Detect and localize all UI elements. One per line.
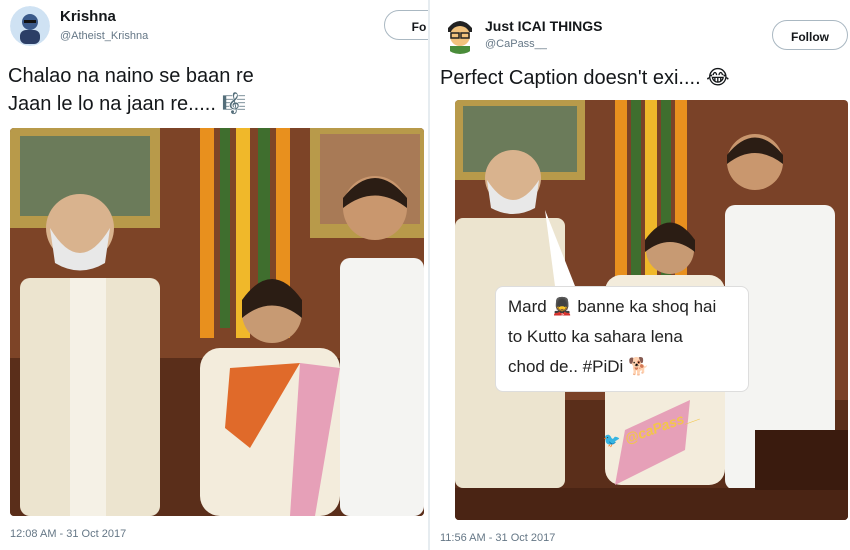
- bird-icon: 🐦: [603, 432, 621, 448]
- tweet-right: Just ICAI THINGS @CaPass__ Follow Perfec…: [430, 0, 850, 550]
- tweet-left: Krishna @Atheist_Krishna Fo Chalao na na…: [0, 0, 428, 550]
- tweet-timestamp[interactable]: 11:56 AM - 31 Oct 2017: [440, 532, 555, 544]
- tweet-text-line: Chalao na naino se baan re: [8, 65, 254, 87]
- caption-line: Mard 💂 banne ka shoq hai: [508, 297, 717, 316]
- follow-button[interactable]: Fo: [384, 10, 428, 40]
- tweet-timestamp[interactable]: 12:08 AM - 31 Oct 2017: [10, 528, 126, 540]
- avatar[interactable]: [10, 6, 50, 46]
- tweet-text-line: Jaan le lo na jaan re..... 🎼: [8, 93, 247, 115]
- user-name[interactable]: Just ICAI THINGS: [485, 18, 602, 34]
- user-name[interactable]: Krishna: [60, 8, 116, 25]
- tweet-text: Perfect Caption doesn't exi.... 😂: [440, 67, 730, 89]
- tweet-photo[interactable]: [10, 128, 424, 516]
- user-handle[interactable]: @Atheist_Krishna: [60, 30, 148, 42]
- tweet-text: Chalao na naino se baan re Jaan le lo na…: [8, 62, 418, 118]
- follow-button[interactable]: Follow: [772, 20, 848, 50]
- tweet-photo[interactable]: Mard 💂 banne ka shoq hai to Kutto ka sah…: [455, 100, 848, 520]
- caption-line: to Kutto ka sahara lena: [508, 327, 683, 346]
- avatar[interactable]: [440, 14, 480, 54]
- user-handle[interactable]: @CaPass__: [485, 38, 547, 50]
- caption-line: chod de.. #PiDi 🐕: [508, 357, 650, 376]
- meme-caption: Mard 💂 banne ka shoq hai to Kutto ka sah…: [495, 286, 749, 392]
